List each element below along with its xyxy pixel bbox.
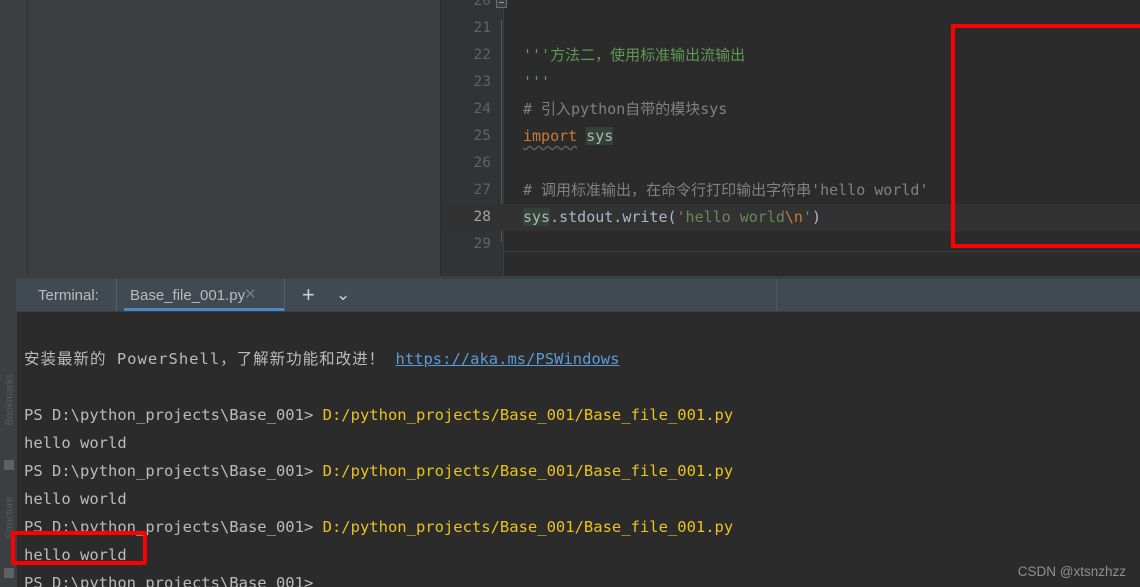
terminal-output-pane[interactable]: Bookmarks Structure 安装最新的 PowerShell，了解新… <box>0 312 1140 587</box>
code-rows: 20 ''' 21 22 '''方法二，使用标准输出流输出 23 ''' 24 # 引入pyth… <box>441 0 1140 258</box>
tab-divider-right <box>284 279 285 311</box>
chevron-down-icon[interactable]: ⌄ <box>336 285 350 305</box>
code-line[interactable]: 21 <box>441 15 1140 42</box>
code-token: ''' <box>523 73 551 91</box>
terminal-line: hello world <box>24 542 127 569</box>
code-line[interactable]: 24 # 引入python自带的模块sys <box>441 96 1140 123</box>
line-number: 28 <box>473 209 491 225</box>
code-line[interactable]: 26 <box>441 150 1140 177</box>
line-number: 21 <box>473 20 491 36</box>
line-number: 29 <box>473 236 491 252</box>
code-line[interactable]: 25 import sys <box>441 123 1140 150</box>
terminal-tab-active-underline <box>124 308 284 311</box>
line-number: 20 <box>473 0 491 9</box>
code-token: # 引入python自带的模块sys <box>523 100 728 118</box>
code-line[interactable]: 22 '''方法二，使用标准输出流输出 <box>441 42 1140 69</box>
tab-bar-vertical-divider <box>776 279 777 311</box>
code-line[interactable]: 28 sys.stdout.write('hello world\n') <box>441 204 1140 231</box>
left-tool-window-inner <box>27 0 440 276</box>
terminal-label: Terminal: <box>38 287 99 304</box>
terminal-text: PS D:\python_projects\Base_001> <box>24 406 323 424</box>
terminal-line: hello world <box>24 486 127 513</box>
line-number: 25 <box>473 128 491 144</box>
terminal-text: PS D:\python_projects\Base_001> <box>24 518 323 536</box>
left-vertical-toolbar: Bookmarks Structure <box>0 312 18 587</box>
code-token: ) <box>812 208 822 226</box>
structure-icon[interactable] <box>4 568 14 578</box>
code-line-text: ''' <box>523 69 550 96</box>
terminal-line: PS D:\python_projects\Base_001> D:/pytho… <box>24 514 733 541</box>
code-line[interactable]: 20 ''' <box>441 0 1140 15</box>
code-line-text: # 调用标准输出，在命令行打印输出字符串'hello world' <box>523 177 928 204</box>
code-token: import <box>523 127 578 145</box>
terminal-text: D:/python_projects/Base_001/Base_file_00… <box>322 518 734 536</box>
terminal-line: PS D:\python_projects\Base_001> D:/pytho… <box>24 402 733 429</box>
terminal-tab-bar: Terminal: Base_file_001.py ✕ + ⌄ <box>0 276 1140 312</box>
line-number: 22 <box>473 47 491 63</box>
terminal-text: PS D:\python_projects\Base_001> <box>24 574 314 587</box>
terminal-text: hello world <box>24 490 127 508</box>
terminal-text: D:/python_projects/Base_001/Base_file_00… <box>322 462 734 480</box>
code-token: sys <box>586 127 614 145</box>
code-token: \n <box>784 208 803 226</box>
terminal-tab-name: Base_file_001.py <box>130 287 246 304</box>
tab-divider-left <box>116 279 117 311</box>
sidebar-item-bookmarks[interactable]: Bookmarks <box>5 368 16 432</box>
terminal-line: PS D:\python_projects\Base_001> <box>24 570 313 587</box>
sidebar-item-structure[interactable]: Structure <box>5 486 16 550</box>
terminal-line: PS D:\python_projects\Base_001> D:/pytho… <box>24 458 733 485</box>
code-line-text: import sys <box>523 123 614 150</box>
terminal-line: 安装最新的 PowerShell，了解新功能和改进！ https://aka.m… <box>24 346 619 373</box>
terminal-text: 安装最新的 PowerShell，了解新功能和改进！ <box>24 350 396 368</box>
editor-pane: 20 ''' 21 22 '''方法二，使用标准输出流输出 23 ''' 24 # 引入pyth… <box>0 0 1140 276</box>
code-line-text: '''方法二，使用标准输出流输出 <box>523 42 745 69</box>
line-number: 27 <box>473 182 491 198</box>
plus-icon[interactable]: + <box>302 283 315 307</box>
terminal-text: hello world <box>24 434 127 452</box>
code-token: ' <box>802 208 812 226</box>
code-token: .stdout.write( <box>550 208 677 226</box>
code-line-text: # 引入python自带的模块sys <box>523 96 727 123</box>
code-token: sys <box>523 208 551 226</box>
code-fold-icon[interactable] <box>496 0 507 8</box>
code-line-text: sys.stdout.write('hello world\n') <box>523 204 821 231</box>
bookmark-icon[interactable] <box>4 460 14 470</box>
terminal-text: hello world <box>24 546 127 564</box>
code-line[interactable]: 27 # 调用标准输出，在命令行打印输出字符串'hello world' <box>441 177 1140 204</box>
watermark: CSDN @xtsnzhzz <box>1017 564 1126 579</box>
line-number: 24 <box>473 101 491 117</box>
code-line-text: ''' <box>523 0 550 15</box>
code-line[interactable]: 29 <box>441 231 1140 258</box>
terminal-tab-base-file-001[interactable]: Base_file_001.py <box>124 279 284 311</box>
screenshot-root: 20 ''' 21 22 '''方法二，使用标准输出流输出 23 ''' 24 # 引入pyth… <box>0 0 1140 587</box>
code-line[interactable]: 23 ''' <box>441 69 1140 96</box>
code-token: 'hello world <box>676 208 785 226</box>
code-token: ''' <box>523 0 551 10</box>
left-tool-window-blank <box>0 0 441 276</box>
terminal-line: hello world <box>24 430 127 457</box>
line-number: 23 <box>473 74 491 90</box>
terminal-text: PS D:\python_projects\Base_001> <box>24 462 323 480</box>
code-token: '''方法二，使用标准输出流输出 <box>523 46 746 64</box>
code-token: # 调用标准输出，在命令行打印输出字符串'hello world' <box>523 181 929 199</box>
close-icon[interactable]: ✕ <box>244 287 257 302</box>
terminal-link[interactable]: https://aka.ms/PSWindows <box>395 350 619 368</box>
terminal-lines: 安装最新的 PowerShell，了解新功能和改进！ https://aka.m… <box>18 312 1140 587</box>
terminal-tab-strip: Terminal: Base_file_001.py ✕ + ⌄ <box>16 279 1140 311</box>
terminal-text: D:/python_projects/Base_001/Base_file_00… <box>322 406 734 424</box>
code-editor[interactable]: 20 ''' 21 22 '''方法二，使用标准输出流输出 23 ''' 24 # 引入pyth… <box>441 0 1140 276</box>
line-number: 26 <box>473 155 491 171</box>
editor-bottom-separator <box>503 251 1140 252</box>
